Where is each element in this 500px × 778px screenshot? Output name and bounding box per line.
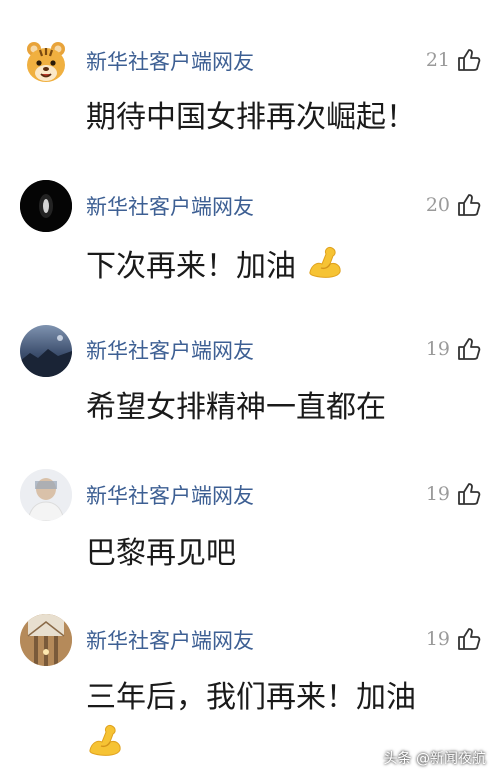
watermark: 头条 @新闻夜航 [383,751,486,767]
comment-text: 下次再来！加油 [86,242,460,289]
candle-avatar-icon [20,180,72,232]
comment-username[interactable]: 新华社客户端网友 [86,338,254,364]
person-avatar-icon [20,469,72,521]
comment-username[interactable]: 新华社客户端网友 [86,49,254,75]
like-button[interactable]: 21 [426,47,482,73]
comment-text-content: 下次再来！加油 [86,249,296,284]
like-button[interactable]: 20 [426,192,482,218]
like-count: 19 [425,483,450,505]
comment-username[interactable]: 新华社客户端网友 [86,194,254,220]
comment-username[interactable]: 新华社客户端网友 [86,628,254,654]
avatar-dark-candle[interactable] [20,180,72,232]
avatar-tiger[interactable] [20,36,72,88]
comment-text-content: 期待中国女排再次崛起！ [86,100,416,135]
like-count: 19 [425,338,450,360]
comment-text: 期待中国女排再次崛起！ [86,96,460,140]
thumbs-up-icon [458,49,481,71]
like-button[interactable]: 19 [426,336,482,362]
like-button[interactable]: 19 [426,481,482,507]
architecture-avatar-icon [20,614,72,666]
like-button[interactable]: 19 [426,626,482,652]
avatar-person[interactable] [20,469,72,521]
thumbs-up-icon [458,338,481,360]
thumbs-up-icon [458,628,481,650]
landscape-avatar-icon [20,335,72,377]
comment-text: 巴黎再见吧 [86,532,460,576]
avatar-architecture[interactable] [20,614,72,666]
comment-text-content: 巴黎再见吧 [86,536,236,571]
comment-text-content: 希望女排精神一直都在 [86,390,386,425]
like-count: 21 [425,49,450,71]
thumbs-up-icon [458,194,481,216]
thumbs-up-icon [458,483,481,505]
avatar-night-sky[interactable] [20,325,72,377]
flexed-biceps-icon [308,247,341,278]
comment-text-content: 三年后，我们再来！加油 [86,680,416,715]
like-count: 20 [425,194,450,216]
like-count: 19 [425,628,450,650]
flexed-biceps-icon [89,725,121,756]
comment-text: 希望女排精神一直都在 [86,386,460,430]
comment-username[interactable]: 新华社客户端网友 [86,483,254,509]
tiger-avatar-icon [27,42,65,82]
